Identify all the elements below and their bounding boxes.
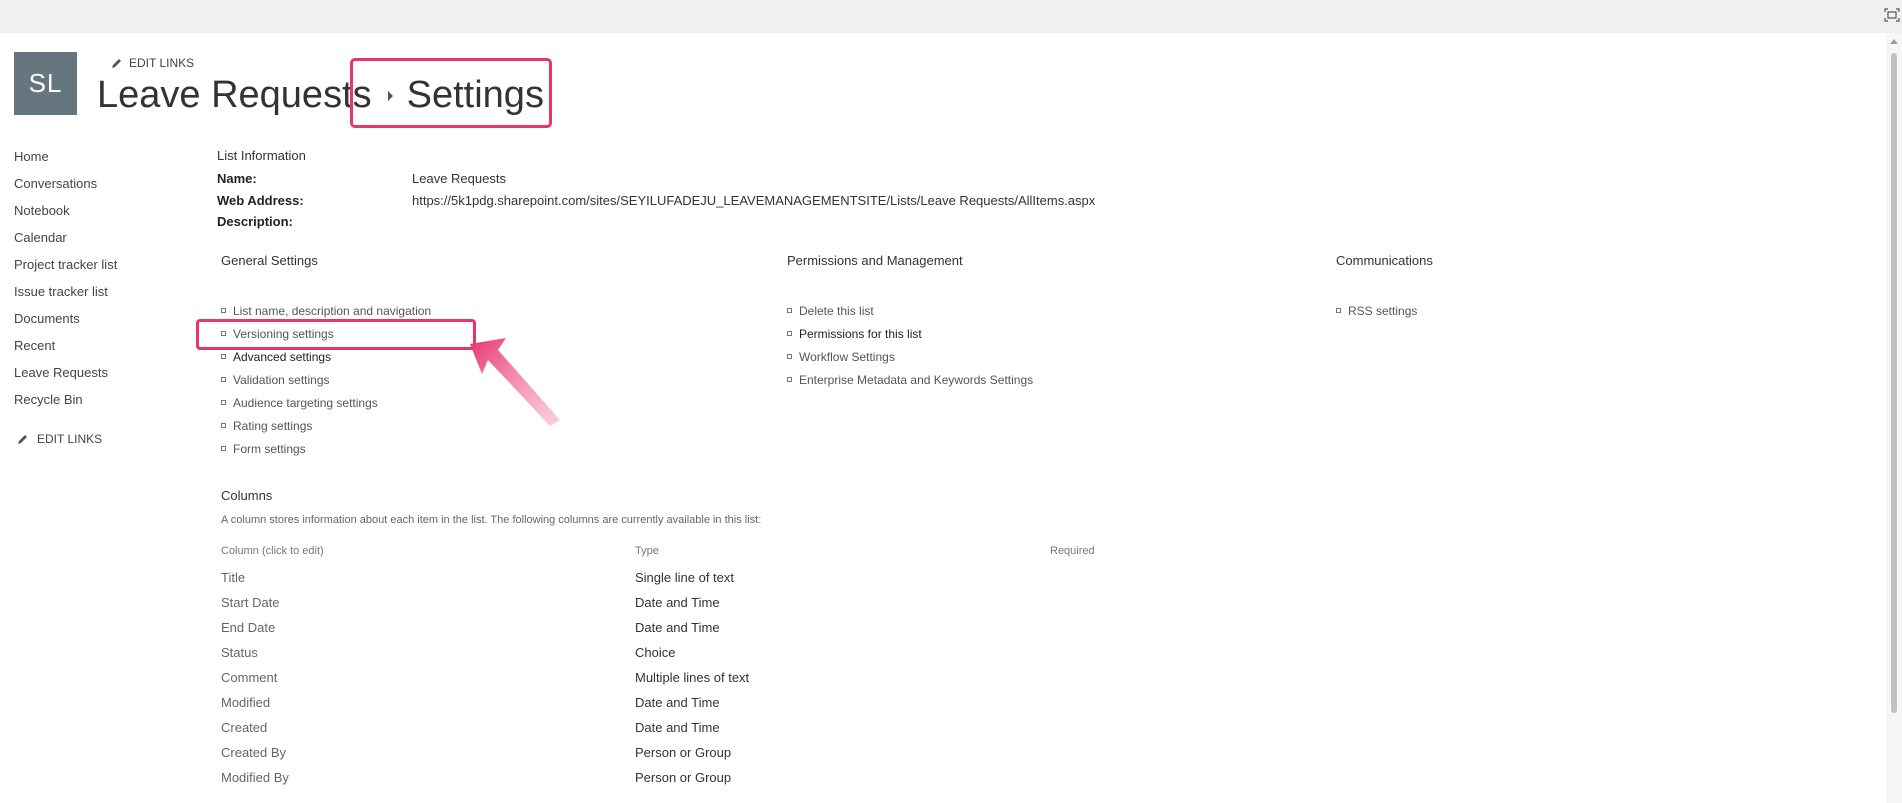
column-type: Date and Time xyxy=(635,695,720,710)
column-type: Person or Group xyxy=(635,770,732,785)
nav-item-recycle-bin[interactable]: Recycle Bin xyxy=(14,392,117,419)
column-name-link[interactable]: Created By xyxy=(221,745,286,760)
nav-item-notebook[interactable]: Notebook xyxy=(14,203,117,230)
versioning-highlight-box xyxy=(196,319,476,350)
table-row: End Date Date and Time xyxy=(221,620,921,645)
bullet-icon xyxy=(221,446,226,451)
web-address-value: https://5k1pdg.sharepoint.com/sites/SEYI… xyxy=(412,193,1096,208)
nav-item-documents[interactable]: Documents xyxy=(14,311,117,338)
nav-item-leave-requests[interactable]: Leave Requests xyxy=(14,365,117,392)
bullet-icon xyxy=(221,377,226,382)
bullet-icon xyxy=(1336,308,1341,313)
description-label: Description: xyxy=(217,214,293,229)
browser-top-bar xyxy=(0,0,1902,33)
pointer-arrow-icon xyxy=(470,338,560,426)
setting-rss[interactable]: RSS settings xyxy=(1336,299,1417,322)
column-name-link[interactable]: End Date xyxy=(221,620,275,635)
column-header-name: Column (click to edit) xyxy=(221,545,324,557)
table-row: Modified By Person or Group xyxy=(221,770,921,795)
column-name-link[interactable]: Created xyxy=(221,720,267,735)
column-type: Date and Time xyxy=(635,620,720,635)
column-header-required: Required xyxy=(1050,545,1095,557)
communications-heading: Communications xyxy=(1336,253,1433,268)
bullet-icon xyxy=(221,423,226,428)
scroll-up-icon[interactable] xyxy=(1890,39,1898,44)
bullet-icon xyxy=(221,308,226,313)
setting-form[interactable]: Form settings xyxy=(221,437,431,460)
nav-item-conversations[interactable]: Conversations xyxy=(14,176,117,203)
column-header-type: Type xyxy=(635,545,659,557)
column-name-link[interactable]: Modified xyxy=(221,695,270,710)
pencil-icon xyxy=(112,58,121,68)
columns-heading: Columns xyxy=(221,488,273,503)
list-info-heading: List Information xyxy=(217,148,306,163)
bullet-icon xyxy=(787,354,792,359)
general-settings-heading: General Settings xyxy=(221,253,318,268)
pencil-icon xyxy=(18,434,27,444)
bullet-icon xyxy=(221,354,226,359)
nav-item-recent[interactable]: Recent xyxy=(14,338,117,365)
scroll-thumb[interactable] xyxy=(1891,53,1897,713)
permissions-list: Delete this list Permissions for this li… xyxy=(787,299,1033,391)
settings-highlight-box xyxy=(350,58,552,128)
table-row: Start Date Date and Time xyxy=(221,595,921,620)
quick-launch-nav: Home Conversations Notebook Calendar Pro… xyxy=(14,149,117,419)
column-name-link[interactable]: Comment xyxy=(221,670,277,685)
column-type: Date and Time xyxy=(635,720,720,735)
column-type: Date and Time xyxy=(635,595,720,610)
setting-delete-list[interactable]: Delete this list xyxy=(787,299,1033,322)
column-name-link[interactable]: Start Date xyxy=(221,595,280,610)
bullet-icon xyxy=(221,400,226,405)
table-row: Created By Person or Group xyxy=(221,745,921,770)
edit-links-top[interactable]: EDIT LINKS xyxy=(110,56,194,70)
bullet-icon xyxy=(787,377,792,382)
vertical-scrollbar[interactable] xyxy=(1886,33,1902,803)
columns-description: A column stores information about each i… xyxy=(221,514,762,526)
breadcrumb-list-link[interactable]: Leave Requests xyxy=(97,74,372,117)
column-type: Single line of text xyxy=(635,570,735,585)
name-label: Name: xyxy=(217,171,257,186)
nav-item-project-tracker[interactable]: Project tracker list xyxy=(14,257,117,284)
name-value: Leave Requests xyxy=(412,171,506,186)
focus-mode-icon[interactable] xyxy=(1884,8,1900,22)
permissions-heading: Permissions and Management xyxy=(787,253,963,268)
table-row: Created Date and Time xyxy=(221,720,921,745)
setting-enterprise-metadata[interactable]: Enterprise Metadata and Keywords Setting… xyxy=(787,368,1033,391)
column-name-link[interactable]: Modified By xyxy=(221,770,289,785)
column-name-link[interactable]: Status xyxy=(221,645,258,660)
setting-permissions[interactable]: Permissions for this list xyxy=(787,322,1033,345)
setting-workflow[interactable]: Workflow Settings xyxy=(787,345,1033,368)
nav-item-calendar[interactable]: Calendar xyxy=(14,230,117,257)
table-row: Modified Date and Time xyxy=(221,695,921,720)
column-name-link[interactable]: Title xyxy=(221,570,245,585)
table-row: Comment Multiple lines of text xyxy=(221,670,921,695)
edit-links-label: EDIT LINKS xyxy=(37,432,103,446)
communications-list: RSS settings xyxy=(1336,299,1417,322)
bullet-icon xyxy=(787,308,792,313)
web-address-label: Web Address: xyxy=(217,193,304,208)
nav-item-home[interactable]: Home xyxy=(14,149,117,176)
nav-item-issue-tracker[interactable]: Issue tracker list xyxy=(14,284,117,311)
setting-rating[interactable]: Rating settings xyxy=(221,414,431,437)
table-row: Status Choice xyxy=(221,645,921,670)
table-row: Title Single line of text xyxy=(221,570,921,595)
bullet-icon xyxy=(787,331,792,336)
column-type: Choice xyxy=(635,645,676,660)
edit-links-nav[interactable]: EDIT LINKS xyxy=(16,432,102,446)
site-logo[interactable]: SL xyxy=(14,52,77,115)
column-type: Multiple lines of text xyxy=(635,670,750,685)
column-type: Person or Group xyxy=(635,745,732,760)
edit-links-label: EDIT LINKS xyxy=(129,56,195,70)
setting-audience-targeting[interactable]: Audience targeting settings xyxy=(221,391,431,414)
setting-validation[interactable]: Validation settings xyxy=(221,368,431,391)
